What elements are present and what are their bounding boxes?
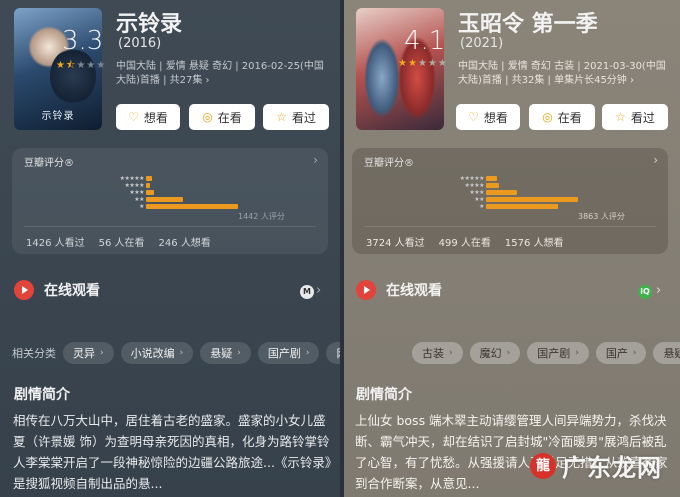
poster-caption: 示铃录 [41,111,75,122]
rating-bar [146,204,238,209]
rating-card-title: 豆瓣评分® [24,158,74,169]
watching-count: 499 人在看 [438,238,491,249]
sohu-video-icon[interactable]: M [300,285,314,299]
tag-chip[interactable]: 网 [326,342,340,364]
rating-stars: ★⯪★★★ [56,60,107,71]
star-outline-icon: ☆ [276,110,287,124]
drama-meta[interactable]: 中国大陆 | 爱情 悬疑 奇幻 | 2016-02-25(中国大陆)首播 | 共… [116,60,328,88]
related-tags: 相关分类 灵异› 小说改编› 悬疑› 国产剧› 网 [12,342,340,364]
tags-label: 相关分类 [12,347,56,360]
watched-count: 3724 人看过 [366,238,425,249]
chevron-right-icon: › [313,153,318,167]
left-panel: 示铃录 示铃录 (2016) 中国大陆 | 爱情 悬疑 奇幻 | 2016-02… [0,0,340,497]
heart-icon: ♡ [468,110,479,124]
tag-chip[interactable]: 灵异 › [63,342,114,364]
online-watch-label: 在线观看 [386,283,442,299]
release-year: (2016) [118,36,162,51]
bar-star-label: ★★★★★ [459,175,485,182]
drama-meta[interactable]: 中国大陆 | 爱情 奇幻 古装 | 2021-03-30(中国大陆)首播 | 共… [458,60,670,88]
want-count: 246 人想看 [158,238,211,249]
watermark-logo-icon: 龍 [530,452,556,479]
rating-score: 3.3 [62,26,104,56]
tag-chip[interactable]: 悬疑剧 [653,342,680,364]
rating-bar [486,176,497,181]
rating-bar [486,197,578,202]
watched-count: 1426 人看过 [26,238,85,249]
rating-count: 1442 人评分 [238,212,285,221]
bar-star-label: ★ [479,203,484,210]
tag-chip[interactable]: 国产剧 › [257,342,320,364]
watched-button[interactable]: ☆ 看过 [602,104,668,130]
tag-chip[interactable]: 国产剧 › [527,342,589,364]
play-icon [356,280,376,300]
synopsis-title: 剧情简介 [356,387,412,403]
synopsis-title: 剧情简介 [14,387,70,403]
play-icon [14,280,34,300]
bar-star-label: ★★ [134,196,144,203]
audience-stats: 3724 人看过 499 人在看 1576 人想看 [366,234,564,249]
online-watch-label: 在线观看 [44,283,100,299]
watching-button[interactable]: ◎ 在看 [189,104,255,130]
bar-star-label: ★★★ [129,189,144,196]
chevron-right-icon: › [653,153,658,167]
tag-chip[interactable]: 小说改编 › [120,342,194,364]
bar-star-label: ★★★★ [124,182,144,189]
audience-stats: 1426 人看过 56 人在看 246 人想看 [26,234,211,249]
online-watch-row[interactable]: 在线观看 [14,280,100,300]
tag-chip[interactable]: 悬疑 › [200,342,251,364]
bar-star-label: ★★★★ [464,182,484,189]
watermark-text: 广东龙网 [562,454,662,482]
rating-bar [146,183,151,188]
online-watch-row[interactable]: 在线观看 [356,280,442,300]
right-panel: 玉昭令 第一季 (2021) 中国大陆 | 爱情 奇幻 古装 | 2021-03… [344,0,680,497]
watching-count: 56 人在看 [98,238,145,249]
drama-title: 玉昭令 第一季 [458,12,598,37]
want-to-watch-button[interactable]: ♡ 想看 [456,104,520,130]
card-divider [364,226,656,227]
iqiyi-icon[interactable]: iQ [638,285,652,299]
site-watermark: 龍 广东龙网 [530,448,662,483]
star-outline-icon: ☆ [615,110,626,124]
rating-score: 4.1 [404,26,446,56]
tag-chip[interactable]: 古装 › [412,342,463,364]
watched-button[interactable]: ☆ 看过 [263,104,329,130]
rating-bar [146,176,152,181]
tag-chip[interactable]: 魔幻 › [469,342,521,364]
watching-button[interactable]: ◎ 在看 [529,104,595,130]
target-icon: ◎ [202,110,213,124]
rating-bar [486,190,517,195]
rating-bar [146,197,183,202]
release-year: (2021) [460,36,504,51]
rating-card-title: 豆瓣评分® [364,158,414,169]
bar-star-label: ★★ [474,196,484,203]
rating-bar [146,190,155,195]
rating-bar [486,183,500,188]
rating-stars: ★★★★★ [398,58,448,69]
want-count: 1576 人想看 [504,238,564,249]
tag-chip[interactable]: 国产 › [595,342,647,364]
target-icon: ◎ [542,110,553,124]
bar-star-label: ★★★ [469,189,484,196]
chevron-right-icon: › [656,283,662,298]
synopsis-text[interactable]: 相传在八万大山中，居住着古老的盛家。盛家的小女儿盛夏（许景媛 饰）为查明母亲死因… [13,410,335,497]
bar-star-label: ★ [139,203,144,210]
chevron-right-icon: › [316,283,322,298]
rating-bar [486,204,559,209]
related-tags: 古装› 魔幻› 国产剧› 国产› 悬疑剧 [412,342,680,364]
drama-title: 示铃录 [116,12,183,37]
bar-star-label: ★★★★★ [119,175,145,182]
heart-icon: ♡ [128,110,139,124]
rating-count: 3863 人评分 [578,212,625,221]
card-divider [24,226,316,227]
want-to-watch-button[interactable]: ♡ 想看 [116,104,180,130]
